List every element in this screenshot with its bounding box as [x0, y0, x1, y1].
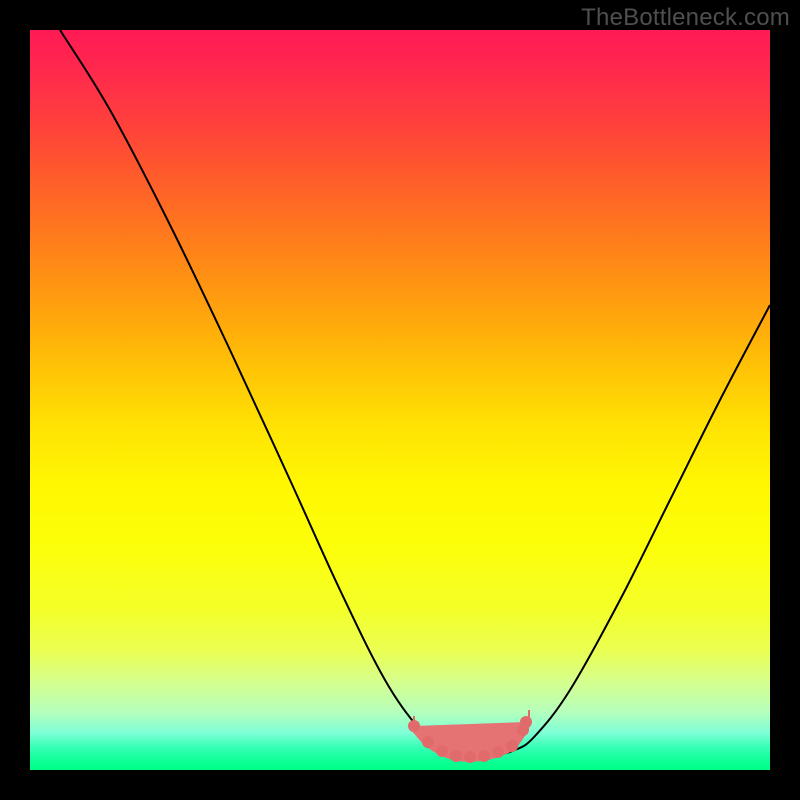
valley-marker-dot — [492, 746, 504, 758]
valley-marker-dot — [506, 740, 518, 752]
valley-marker-dot — [436, 745, 448, 757]
chart-frame: TheBottleneck.com — [0, 0, 800, 800]
valley-marker-dot — [450, 750, 462, 762]
plot-area — [30, 30, 770, 770]
valley-marker-dot — [464, 751, 476, 763]
bottleneck-curve — [60, 30, 770, 757]
valley-marker-group — [408, 716, 532, 763]
valley-marker-dot — [520, 716, 532, 728]
curve-layer — [30, 30, 770, 770]
valley-marker-dot — [478, 750, 490, 762]
watermark-text: TheBottleneck.com — [581, 4, 790, 32]
valley-marker-dot — [422, 736, 434, 748]
